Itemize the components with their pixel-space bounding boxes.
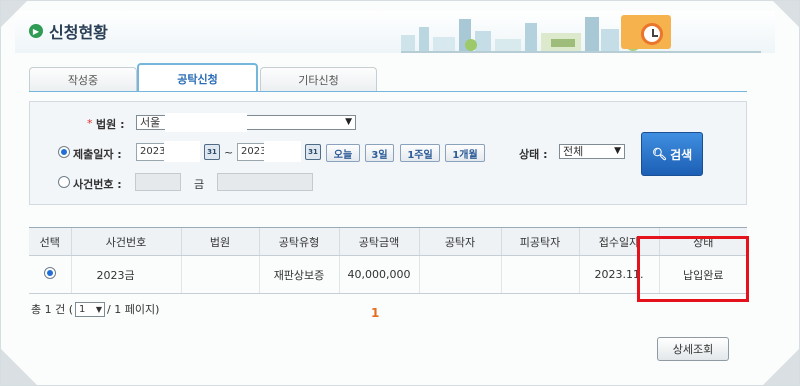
chevron-down-icon: ▼ bbox=[95, 304, 103, 314]
tab-deposit-application[interactable]: 공탁신청 bbox=[137, 63, 258, 92]
page-number-link[interactable]: 1 bbox=[371, 306, 379, 320]
page-corner-decoration bbox=[763, 349, 799, 385]
cell-deposit-type: 재판상보증 bbox=[258, 255, 339, 294]
highlight-annotation-box bbox=[637, 236, 749, 302]
case-number-radio[interactable] bbox=[58, 176, 70, 188]
col-depositee: 피공탁자 bbox=[500, 227, 579, 256]
col-amount: 공탁금액 bbox=[338, 227, 419, 256]
page-corner-decoration bbox=[1, 1, 27, 27]
cell-court bbox=[180, 255, 259, 294]
page-frame: ▶ 신청현황 작성중 공탁신청 기타신청 * 법원 : 서울 ▼ 제출일자 : … bbox=[0, 0, 800, 386]
date-range-tilde: ~ bbox=[224, 146, 234, 159]
detail-view-button[interactable]: 상세조회 bbox=[657, 337, 729, 361]
period-1week-button[interactable]: 1주일 bbox=[400, 144, 440, 162]
tab-underline bbox=[29, 91, 747, 92]
redaction-mask bbox=[164, 141, 200, 162]
tab-other-application[interactable]: 기타신청 bbox=[260, 67, 377, 91]
status-select[interactable]: 전체 ▼ bbox=[559, 144, 625, 159]
chevron-down-icon: ▼ bbox=[345, 117, 352, 127]
pager-suffix-text: / 1 페이지) bbox=[107, 303, 160, 316]
case-suffix-label: 금 bbox=[194, 178, 205, 191]
page-corner-decoration bbox=[1, 349, 37, 385]
title-bullet-icon: ▶ bbox=[29, 24, 43, 38]
tab-bar: 작성중 공탁신청 기타신청 bbox=[29, 63, 769, 92]
pager-total-text: 총 1 건 ( bbox=[31, 303, 74, 316]
city-skyline-illustration bbox=[401, 17, 761, 53]
page-title-text: 신청현황 bbox=[49, 23, 108, 42]
page-corner-decoration bbox=[773, 1, 799, 27]
tab-drafting[interactable]: 작성중 bbox=[29, 67, 137, 91]
page-select[interactable]: 1 ▼ bbox=[75, 301, 106, 317]
submit-date-radio[interactable] bbox=[58, 146, 70, 158]
court-label: 법원 : bbox=[96, 118, 125, 131]
period-today-button[interactable]: 오늘 bbox=[326, 144, 360, 162]
row-select-cell bbox=[29, 255, 71, 294]
cell-depositee bbox=[500, 255, 579, 294]
required-marker: * bbox=[87, 117, 93, 130]
search-button[interactable]: 🔍︎ 검색 bbox=[641, 132, 703, 176]
page-title: ▶ 신청현황 bbox=[29, 19, 108, 43]
cell-amount: 40,000,000 bbox=[338, 255, 419, 294]
case-number-input[interactable] bbox=[217, 173, 313, 191]
case-year-input[interactable] bbox=[135, 173, 181, 191]
redaction-mask bbox=[165, 113, 247, 132]
col-select: 선택 bbox=[29, 227, 71, 256]
col-case-number: 사건번호 bbox=[70, 227, 181, 256]
col-deposit-type: 공탁유형 bbox=[258, 227, 339, 256]
clock-icon bbox=[641, 23, 663, 45]
status-label: 상태 : bbox=[519, 148, 548, 161]
search-button-label: 검색 bbox=[670, 147, 693, 162]
cell-depositor bbox=[418, 255, 501, 294]
period-3days-button[interactable]: 3일 bbox=[365, 144, 394, 162]
submit-date-label: 제출일자 : bbox=[73, 148, 122, 161]
row-select-radio[interactable] bbox=[43, 267, 56, 279]
calendar-icon[interactable]: 31 bbox=[305, 144, 321, 160]
col-depositor: 공탁자 bbox=[418, 227, 501, 256]
case-number-label: 사건번호 : bbox=[73, 178, 122, 191]
period-1month-button[interactable]: 1개월 bbox=[445, 144, 485, 162]
page-select-value: 1 bbox=[79, 303, 86, 315]
chevron-down-icon: ▼ bbox=[614, 146, 621, 156]
status-select-value: 전체 bbox=[563, 145, 584, 158]
court-select-value: 서울 bbox=[140, 116, 161, 129]
pager-info: 총 1 건 ( 1 ▼ / 1 페이지) bbox=[31, 301, 159, 317]
cell-case-number: 2023금 bbox=[70, 255, 181, 294]
search-icon: 🔍︎ bbox=[651, 147, 668, 161]
col-court: 법원 bbox=[180, 227, 259, 256]
redaction-mask bbox=[264, 141, 301, 162]
calendar-icon[interactable]: 31 bbox=[204, 144, 220, 160]
